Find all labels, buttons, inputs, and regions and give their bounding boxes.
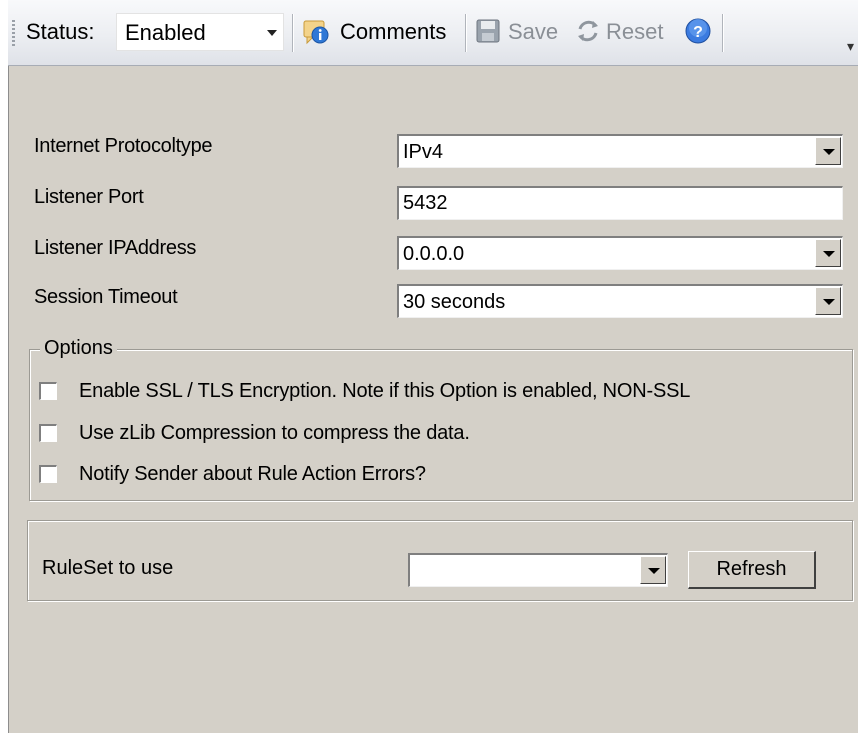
chevron-down-icon[interactable] [815,287,841,315]
toolbar-overflow-icon[interactable]: ▾ [847,38,854,55]
protocol-type-label: Internet Protocoltype [34,135,213,157]
reset-button[interactable]: Reset [574,10,682,54]
status-dropdown[interactable]: Enabled [116,13,284,51]
toolbar-separator [465,14,466,52]
toolbar-separator [292,14,293,52]
notify-sender-checkbox[interactable] [39,465,57,483]
listener-ip-dropdown[interactable]: 0.0.0.0 [397,236,843,270]
ssl-tls-checkbox[interactable] [39,382,57,400]
help-button[interactable]: ? [684,10,714,54]
chevron-down-icon[interactable] [815,239,841,267]
comments-icon [303,20,329,45]
help-icon: ? [685,18,711,44]
chevron-down-icon[interactable] [640,556,666,584]
session-timeout-dropdown[interactable]: 30 seconds [397,284,843,318]
notify-sender-label: Notify Sender about Rule Action Errors? [79,463,426,485]
toolbar-separator [722,14,723,52]
refresh-button[interactable]: Refresh [688,551,816,589]
session-timeout-label: Session Timeout [34,286,178,308]
listener-ip-value: 0.0.0.0 [403,243,465,265]
chevron-down-icon[interactable] [815,137,841,165]
protocol-type-dropdown[interactable]: IPv4 [397,134,843,168]
toolbar-grip[interactable] [12,20,15,46]
listener-ip-label: Listener IPAddress [34,237,197,259]
ruleset-label: RuleSet to use [42,557,174,579]
ssl-tls-label: Enable SSL / TLS Encryption. Note if thi… [79,380,691,402]
chevron-down-icon [267,30,277,36]
ruleset-dropdown[interactable] [408,553,668,587]
zlib-compression-checkbox[interactable] [39,424,57,442]
protocol-type-value: IPv4 [403,141,444,163]
reset-icon [578,20,598,42]
save-label: Save [508,19,559,44]
comments-button[interactable]: Comments [300,10,460,54]
settings-panel: Internet Protocoltype IPv4 Listener Port… [8,66,858,733]
listener-port-label: Listener Port [34,186,144,208]
status-value: Enabled [125,20,206,45]
toolbar: Status: Enabled Comments Save Reset ? ▾ [8,0,858,66]
reset-label: Reset [606,19,664,44]
zlib-compression-label: Use zLib Compression to compress the dat… [79,422,470,444]
save-button[interactable]: Save [472,10,572,54]
comments-label: Comments [340,19,447,44]
options-group-title: Options [40,336,117,360]
svg-text:?: ? [693,24,703,41]
session-timeout-value: 30 seconds [403,291,506,313]
ruleset-group: RuleSet to use Refresh [27,520,853,601]
save-icon [476,19,500,43]
listener-port-input[interactable] [397,186,843,220]
status-label: Status: [26,19,95,44]
options-group: Options Enable SSL / TLS Encryption. Not… [29,336,853,501]
